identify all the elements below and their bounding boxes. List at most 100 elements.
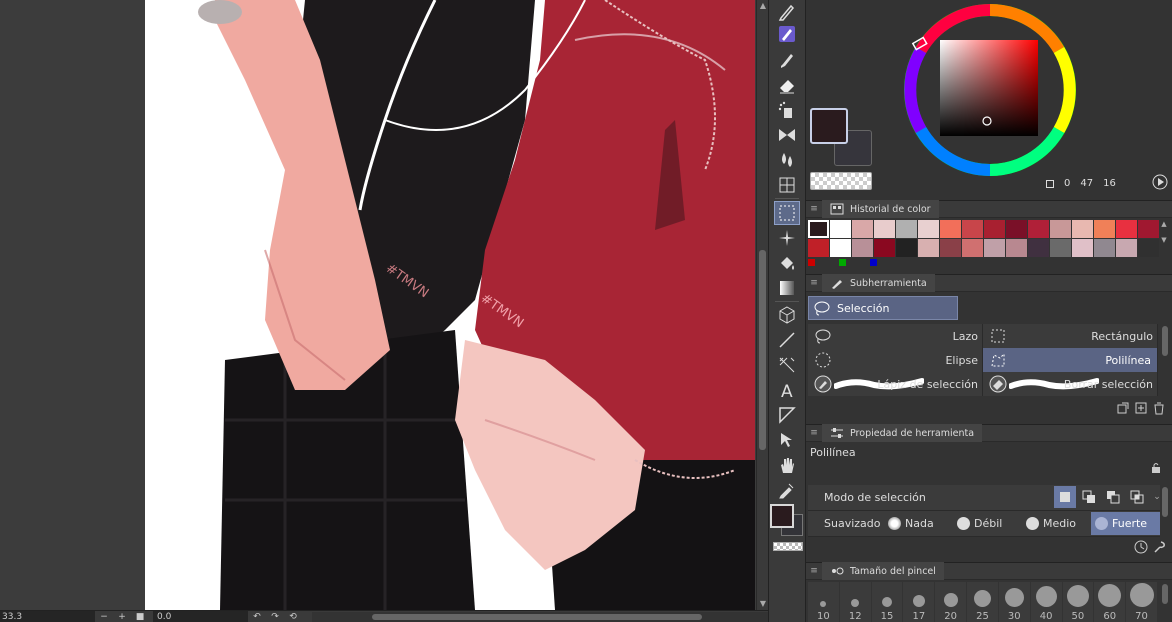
color-history-scroll[interactable]: ▲ ▼ [1158,220,1170,258]
airbrush-tool-icon[interactable] [774,98,800,122]
selection-tool-icon[interactable] [774,201,800,225]
decoration-tool-icon[interactable] [774,123,800,147]
scroll-down-icon[interactable]: ▼ [757,598,768,610]
history-color-swatch[interactable] [830,220,851,238]
mode-subtract-selection-button[interactable] [1102,486,1124,508]
hsv-mode-icon[interactable] [1046,179,1054,188]
brush-tool-icon[interactable] [774,48,800,72]
scroll-up-icon[interactable]: ▲ [757,0,768,12]
wrench-icon[interactable] [1152,540,1166,554]
eyedropper-tool-icon[interactable] [774,478,800,502]
brush-size-option[interactable]: 50 [1062,582,1094,622]
copy-subtool-icon[interactable] [1116,401,1130,415]
brush-size-scrollbar[interactable] [1160,582,1170,622]
tab-subtool[interactable]: Subherramienta [822,274,935,292]
history-color-swatch[interactable] [1116,220,1137,238]
reset-tool-icon[interactable] [1134,540,1148,554]
menu-grip-icon[interactable]: ≡ [806,428,822,438]
operation-tool-icon[interactable] [774,303,800,327]
history-color-swatch[interactable] [874,220,895,238]
auto-select-tool-icon[interactable] [774,226,800,250]
smoothing-medium-option[interactable]: Medio [1022,512,1091,535]
mode-intersect-selection-button[interactable] [1126,486,1148,508]
ruler-tool-icon[interactable] [774,353,800,377]
menu-grip-icon[interactable]: ≡ [806,204,822,214]
brush-size-option[interactable]: 17 [903,582,935,622]
canvas-vscroll-thumb[interactable] [759,250,766,450]
canvas-area[interactable]: #TMVN #TMVN ▲ ▼ [0,0,768,610]
history-color-swatch[interactable] [1116,239,1137,257]
history-color-swatch[interactable] [1094,239,1115,257]
history-color-swatch[interactable] [1072,239,1093,257]
history-color-swatch[interactable] [896,220,917,238]
smoothing-strong-option[interactable]: Fuerte [1091,512,1160,535]
toolbar-transparent-color[interactable] [773,542,803,551]
delete-subtool-icon[interactable] [1152,401,1166,415]
pencil-tool-icon[interactable] [774,22,800,46]
brush-size-option[interactable]: 70 [1126,582,1157,622]
line-tool-icon[interactable] [774,328,800,352]
tab-tool-property[interactable]: Propiedad de herramienta [822,424,983,442]
history-color-swatch[interactable] [1072,220,1093,238]
menu-grip-icon[interactable]: ≡ [806,566,822,576]
subtool-lasso[interactable]: Lazo [808,324,983,348]
subtool-rectangle[interactable]: Rectángulo [983,324,1158,348]
brush-size-option[interactable]: 30 [998,582,1030,622]
history-color-swatch[interactable] [918,220,939,238]
brush-size-option[interactable]: 25 [967,582,998,622]
history-color-swatch[interactable] [940,220,961,238]
subtool-ellipse[interactable]: Elipse [808,348,983,372]
history-color-swatch[interactable] [830,239,851,257]
rotation-angle-field[interactable]: 0.0 [153,610,248,622]
history-color-swatch[interactable] [808,239,829,257]
brush-size-option[interactable]: 60 [1094,582,1126,622]
new-subtool-icon[interactable] [1134,401,1148,415]
history-color-swatch[interactable] [874,239,895,257]
reset-rotation-icon[interactable]: ⟲ [284,611,302,622]
subtool-scrollbar[interactable] [1160,324,1170,396]
hand-tool-icon[interactable] [774,453,800,477]
hue-wheel[interactable] [900,0,1080,180]
fit-icon[interactable]: ■ [131,611,149,622]
brush-size-option[interactable]: 12 [839,582,871,622]
mode-add-selection-button[interactable] [1078,486,1100,508]
transparent-color-swatch[interactable] [810,172,872,190]
rotate-right-icon[interactable]: ↷ [266,611,284,622]
frame-tool-icon[interactable] [774,403,800,427]
subtool-group-selection[interactable]: Selección [808,296,958,320]
history-color-swatch[interactable] [852,220,873,238]
zoom-field[interactable]: 33.3 [0,610,95,622]
pen-tool-icon[interactable] [774,0,800,24]
history-color-swatch[interactable] [1006,220,1027,238]
canvas-vertical-scrollbar[interactable]: ▲ ▼ [756,0,768,610]
history-color-swatch[interactable] [940,239,961,257]
grid-tool-icon[interactable] [774,173,800,197]
tool-property-scrollbar[interactable] [1160,485,1170,540]
subtool-polyline[interactable]: Polilínea [983,348,1158,372]
brush-size-option[interactable]: 15 [871,582,903,622]
history-color-swatch[interactable] [1050,220,1071,238]
blend-tool-icon[interactable] [774,148,800,172]
fill-tool-icon[interactable] [774,251,800,275]
history-color-swatch[interactable] [1028,239,1049,257]
history-color-swatch[interactable] [852,239,873,257]
history-color-swatch[interactable] [984,220,1005,238]
smoothing-none-option[interactable]: Nada [884,512,953,535]
history-color-swatch[interactable] [1028,220,1049,238]
brush-size-option[interactable]: 40 [1030,582,1062,622]
history-color-swatch[interactable] [1094,220,1115,238]
mode-new-selection-button[interactable] [1054,486,1076,508]
toolbar-main-color[interactable] [770,504,794,528]
zoom-out-button[interactable]: − [95,611,113,622]
object-tool-icon[interactable] [774,428,800,452]
lock-icon[interactable] [1150,462,1162,474]
eraser-tool-icon[interactable] [774,73,800,97]
brush-size-option[interactable]: 20 [935,582,967,622]
artwork-canvas[interactable]: #TMVN #TMVN [145,0,755,610]
history-color-swatch[interactable] [808,220,829,238]
smoothing-weak-option[interactable]: Débil [953,512,1022,535]
text-tool-icon[interactable]: A [774,378,800,402]
brush-size-option[interactable]: 10 [808,582,839,622]
history-color-swatch[interactable] [896,239,917,257]
subtool-erase-selection[interactable]: Borrar selección [983,372,1158,396]
